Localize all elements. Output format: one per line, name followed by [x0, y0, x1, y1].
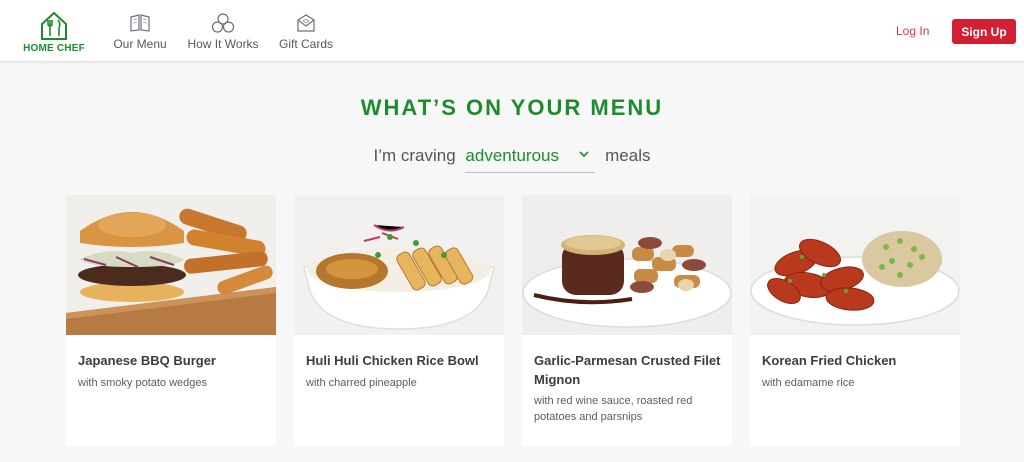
craving-sentence: I’m craving adventurous meals [0, 146, 1024, 173]
meal-card[interactable]: Huli Huli Chicken Rice Bowl with charred… [294, 195, 504, 446]
signup-button[interactable]: Sign Up [952, 19, 1016, 44]
nav-our-menu[interactable]: Our Menu [112, 13, 168, 55]
meal-photo-burger [66, 195, 276, 335]
meal-photo-filet-mignon [522, 195, 732, 335]
meal-title: Huli Huli Chicken Rice Bowl [306, 353, 479, 368]
meal-photo-chicken-rice-bowl [294, 195, 504, 335]
meal-subtitle: with smoky potato wedges [78, 377, 208, 389]
meal-subtitle: with red wine sauce, roasted red potatoe… [534, 395, 693, 423]
login-link[interactable]: Log In [896, 24, 929, 38]
book-icon [130, 14, 150, 32]
meal-card[interactable]: Korean Fried Chicken with edamame rice [750, 195, 960, 446]
page-headline: WHAT’S ON YOUR MENU [360, 95, 664, 120]
home-chef-logo[interactable]: HOME CHEF [22, 10, 86, 56]
meal-card[interactable]: Japanese BBQ Burger with smoky potato we… [66, 195, 276, 446]
nav-gift-cards[interactable]: Gift Cards [278, 13, 334, 55]
meal-title: Japanese BBQ Burger [78, 353, 216, 368]
meal-photo-korean-fried-chicken [750, 195, 960, 335]
craving-select-value: adventurous [465, 146, 559, 165]
meal-title: Korean Fried Chicken [762, 353, 897, 368]
site-header: HOME CHEF Our Menu How It Works Gift Car… [0, 0, 1024, 62]
logo-text: HOME CHEF [23, 43, 85, 54]
craving-suffix: meals [605, 146, 651, 165]
nav-how-it-works[interactable]: How It Works [186, 13, 260, 55]
circles-icon [211, 13, 235, 33]
meal-subtitle: with edamame rice [762, 377, 855, 389]
craving-select[interactable]: adventurous [465, 146, 596, 173]
logo-icon [41, 11, 67, 40]
meal-subtitle: with charred pineapple [306, 377, 417, 389]
nav-gift-cards-label: Gift Cards [278, 37, 333, 51]
chevron-down-icon [579, 151, 589, 158]
envelope-icon [297, 14, 315, 32]
craving-prefix: I’m craving [373, 146, 456, 165]
nav-our-menu-label: Our Menu [113, 37, 167, 51]
meal-card[interactable]: Garlic-Parmesan Crusted Filet Mignon wit… [522, 195, 732, 446]
meal-title: Garlic-Parmesan Crusted Filet Mignon [534, 353, 721, 387]
nav-how-it-works-label: How It Works [187, 37, 259, 51]
